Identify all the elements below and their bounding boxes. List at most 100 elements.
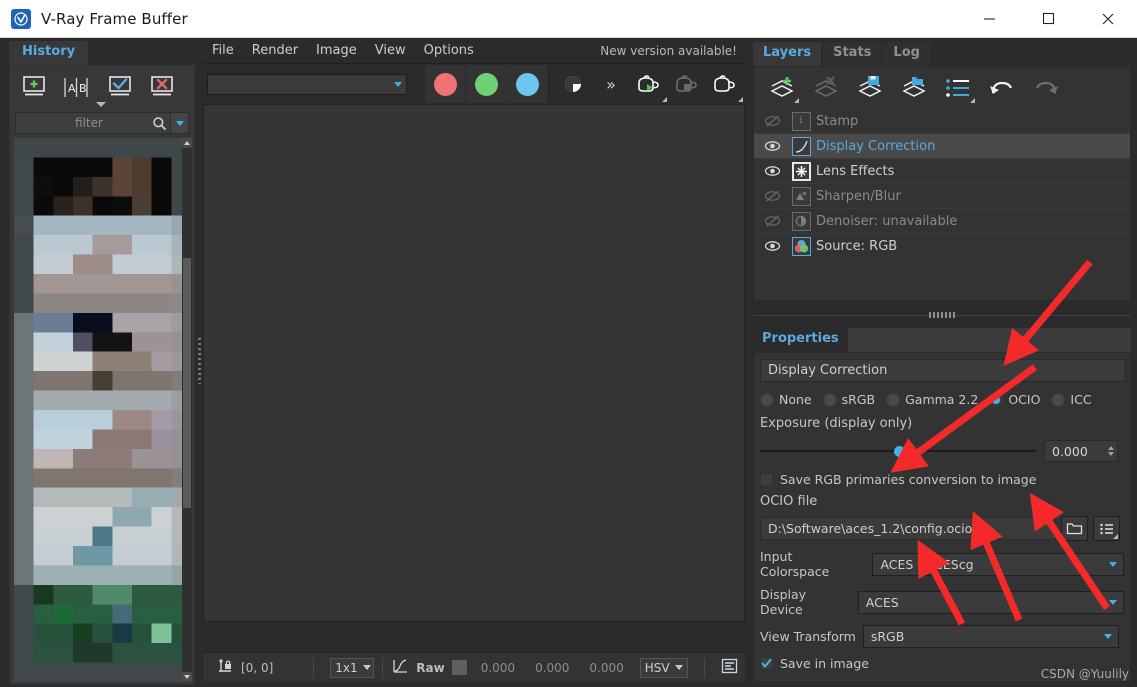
table-row[interactable]: Sharpen/Blur (754, 184, 1130, 209)
table-row[interactable]: Source: RGB (754, 234, 1130, 259)
layer-visibility-toggle[interactable] (758, 189, 786, 203)
layer-visibility-toggle[interactable] (758, 214, 786, 228)
tab-layers[interactable]: Layers (753, 42, 821, 66)
radio-button-icon[interactable] (823, 393, 837, 407)
layer-visibility-toggle[interactable] (758, 114, 786, 128)
chevron-down-icon[interactable] (1104, 634, 1112, 639)
exposure-spinner[interactable]: 0.000 (1044, 440, 1118, 462)
render-caret-icon[interactable] (738, 97, 743, 102)
history-viewer-splitter[interactable] (196, 38, 203, 687)
add-to-history-icon[interactable] (18, 75, 52, 101)
color-curve-icon[interactable] (391, 658, 409, 678)
menu-options[interactable]: Options (415, 38, 483, 64)
table-row[interactable]: Display Correction (754, 134, 1130, 159)
green-channel-button[interactable] (466, 65, 507, 103)
maximize-button[interactable] (1019, 0, 1078, 38)
display-device-dropdown[interactable]: ACES (858, 591, 1124, 614)
menu-file[interactable]: File (203, 38, 243, 64)
folder-open-icon[interactable] (1061, 516, 1088, 541)
menu-image[interactable]: Image (307, 38, 366, 64)
stop-render-icon[interactable] (668, 65, 706, 103)
tab-history[interactable]: History (9, 41, 88, 65)
set-as-current-icon[interactable] (104, 75, 138, 101)
layer-name-field[interactable]: Display Correction (760, 359, 1126, 382)
remove-from-history-icon[interactable] (146, 75, 180, 101)
add-layer-icon[interactable] (762, 71, 802, 105)
radio-button-icon[interactable] (886, 393, 900, 407)
tab-log[interactable]: Log (883, 42, 930, 66)
scrollbar-thumb[interactable] (183, 258, 191, 508)
table-row[interactable]: Lens Effects (754, 159, 1130, 184)
exposure-slider[interactable] (760, 444, 1036, 458)
view-transform-dropdown[interactable]: sRGB (863, 625, 1119, 648)
chevron-down-icon[interactable] (363, 665, 371, 670)
pixel-lock-icon[interactable] (217, 658, 233, 678)
add-layer-caret-icon[interactable] (794, 98, 799, 103)
chevron-down-icon[interactable] (675, 665, 683, 670)
layer-visibility-toggle[interactable] (758, 139, 786, 153)
save-primaries-checkbox[interactable] (760, 473, 773, 486)
red-channel-button[interactable] (425, 65, 466, 103)
render-last-icon[interactable] (630, 65, 668, 103)
history-scrollbar[interactable] (182, 138, 192, 682)
blue-channel-button[interactable] (507, 65, 548, 103)
save-layers-icon[interactable] (850, 71, 890, 105)
tab-properties[interactable]: Properties (753, 328, 848, 352)
spinner-arrows-icon[interactable] (1108, 446, 1114, 456)
layer-visibility-toggle[interactable] (758, 239, 786, 253)
table-row[interactable]: i Stamp (754, 109, 1130, 134)
delete-layer-icon[interactable] (806, 71, 846, 105)
close-button[interactable] (1078, 0, 1137, 38)
image-canvas[interactable] (203, 104, 745, 622)
more-channels-icon[interactable]: » (592, 65, 630, 103)
layer-visibility-toggle[interactable] (758, 164, 786, 178)
list-presets-caret-icon[interactable] (1113, 534, 1118, 539)
new-version-notice[interactable]: New version available! (600, 44, 737, 58)
redo-icon[interactable] (1026, 71, 1066, 105)
save-primaries-row[interactable]: Save RGB primaries conversion to image (760, 472, 1124, 487)
layer-presets-icon[interactable] (938, 71, 978, 105)
layer-presets-caret-icon[interactable] (970, 98, 975, 103)
raw-color-swatch[interactable] (452, 660, 467, 675)
ocio-file-input[interactable]: D:\Software\aces_1.2\config.ocio (760, 517, 1056, 540)
radio-ocio[interactable]: OCIO (989, 392, 1040, 407)
toggle-panel-icon[interactable] (721, 658, 738, 678)
layers-properties-splitter[interactable] (753, 310, 1131, 320)
undo-icon[interactable] (982, 71, 1022, 105)
chevron-down-icon[interactable] (394, 82, 402, 87)
radio-button-icon[interactable] (1051, 393, 1065, 407)
splitter-grip[interactable] (929, 312, 955, 318)
load-layers-icon[interactable] (894, 71, 934, 105)
minimize-button[interactable] (960, 0, 1019, 38)
menu-view[interactable]: View (366, 38, 415, 64)
history-filter-dropdown[interactable] (170, 113, 188, 133)
chevron-down-icon[interactable] (1109, 600, 1117, 605)
history-options-caret-icon[interactable] (96, 102, 106, 107)
slider-handle[interactable] (894, 446, 905, 457)
splitter-grip[interactable] (198, 338, 201, 384)
list-presets-icon[interactable] (1093, 516, 1120, 541)
scroll-up-icon[interactable] (182, 138, 192, 148)
render-preset-combo[interactable] (207, 74, 407, 95)
render-last-caret-icon[interactable] (662, 97, 667, 102)
render-icon[interactable] (706, 65, 744, 103)
menu-render[interactable]: Render (243, 38, 307, 64)
radio-button-icon[interactable] (989, 393, 1003, 407)
monochrome-toggle-icon[interactable] (554, 65, 592, 103)
search-icon[interactable] (148, 116, 170, 131)
input-colorspace-dropdown[interactable]: ACES - ACEScg (872, 553, 1124, 576)
radio-gamma-22[interactable]: Gamma 2.2 (886, 392, 978, 407)
radio-none[interactable]: None (760, 392, 812, 407)
tab-stats[interactable]: Stats (823, 42, 881, 66)
history-thumbnail[interactable] (14, 138, 191, 682)
radio-button-icon[interactable] (760, 393, 774, 407)
table-row[interactable]: Denoiser: unavailable (754, 209, 1130, 234)
scroll-down-icon[interactable] (182, 672, 192, 682)
chevron-down-icon[interactable] (1109, 562, 1117, 567)
save-in-image-checkbox[interactable] (760, 657, 773, 670)
history-filter-input[interactable]: filter (15, 112, 189, 134)
color-mode-combo[interactable]: HSV (640, 658, 688, 678)
compare-ab-icon[interactable]: A B (60, 75, 94, 101)
zoom-level-combo[interactable]: 1x1 (330, 658, 374, 678)
radio-icc[interactable]: ICC (1051, 392, 1091, 407)
